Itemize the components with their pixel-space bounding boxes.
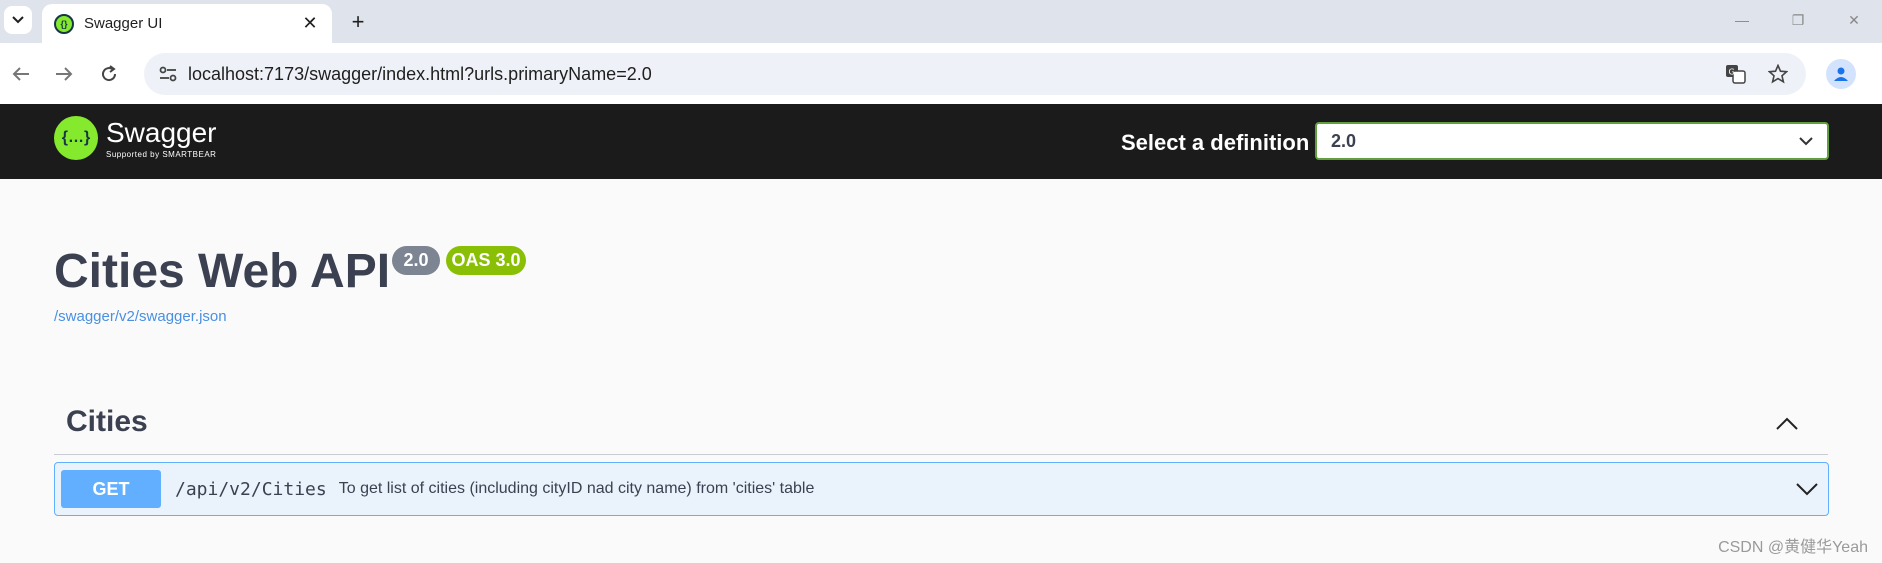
back-icon — [12, 67, 29, 81]
minimize-button[interactable]: — — [1714, 0, 1770, 40]
site-info-icon[interactable] — [152, 58, 184, 90]
forward-icon — [56, 67, 73, 81]
reload-button[interactable] — [92, 57, 126, 91]
tab-search-button[interactable] — [4, 6, 32, 34]
definition-label: Select a definition — [1121, 130, 1310, 155]
chevron-down-icon[interactable] — [1792, 474, 1822, 504]
plus-icon: + — [351, 9, 365, 34]
tag-title[interactable]: Cities — [66, 405, 148, 439]
reload-icon — [102, 65, 117, 82]
watermark: CSDN @黄健华Yeah — [1718, 539, 1868, 556]
translate-icon[interactable]: G — [1722, 60, 1750, 88]
browser-tabstrip: {} Swagger UI ✕ + — ❐ ✕ — [0, 0, 1882, 43]
window-close-button[interactable]: ✕ — [1826, 0, 1882, 40]
swagger-topbar: {…} Swagger Supported by SMARTBEAR Selec… — [0, 104, 1882, 179]
definition-select[interactable]: 2.0 — [1315, 122, 1829, 160]
method-badge: GET — [61, 470, 161, 508]
swagger-logo-icon: {…} — [54, 116, 98, 160]
tab-title: Swagger UI — [84, 15, 163, 32]
spec-link[interactable]: /swagger/v2/swagger.json — [54, 308, 227, 325]
window-controls: — ❐ ✕ — [1714, 0, 1882, 40]
svg-text:G: G — [1729, 68, 1735, 77]
restore-button[interactable]: ❐ — [1770, 0, 1826, 40]
operation-get-cities[interactable]: GET /api/v2/Cities To get list of cities… — [54, 462, 1829, 516]
new-tab-button[interactable]: + — [344, 8, 372, 36]
profile-icon[interactable] — [1826, 59, 1856, 89]
logo-name: Swagger — [106, 116, 217, 148]
back-button[interactable] — [4, 57, 38, 91]
logo-subtitle: Supported by SMARTBEAR — [106, 149, 217, 159]
close-icon[interactable]: ✕ — [300, 13, 320, 34]
tag-collapse-button[interactable] — [1770, 410, 1804, 436]
definition-value: 2.0 — [1331, 130, 1357, 151]
swagger-favicon-icon: {} — [54, 13, 74, 34]
oas-badge: OAS 3.0 — [446, 246, 526, 275]
operation-path: /api/v2/Cities — [175, 478, 327, 500]
forward-button[interactable] — [47, 57, 81, 91]
swagger-logo[interactable]: {…} Swagger Supported by SMARTBEAR — [54, 116, 217, 160]
chevron-down-icon — [12, 16, 24, 24]
version-badge: 2.0 — [392, 246, 440, 275]
chevron-up-icon — [1776, 417, 1798, 430]
chevron-down-icon — [1799, 136, 1813, 145]
star-icon[interactable] — [1764, 60, 1792, 88]
tag-divider — [54, 454, 1828, 455]
address-bar[interactable]: localhost:7173/swagger/index.html?urls.p… — [144, 53, 1806, 95]
api-title: Cities Web API — [54, 245, 391, 298]
url-text: localhost:7173/swagger/index.html?urls.p… — [188, 64, 652, 84]
operation-summary: To get list of cities (including cityID … — [338, 480, 815, 497]
browser-tab[interactable]: {} Swagger UI ✕ — [42, 4, 332, 43]
browser-toolbar: localhost:7173/swagger/index.html?urls.p… — [0, 43, 1882, 104]
